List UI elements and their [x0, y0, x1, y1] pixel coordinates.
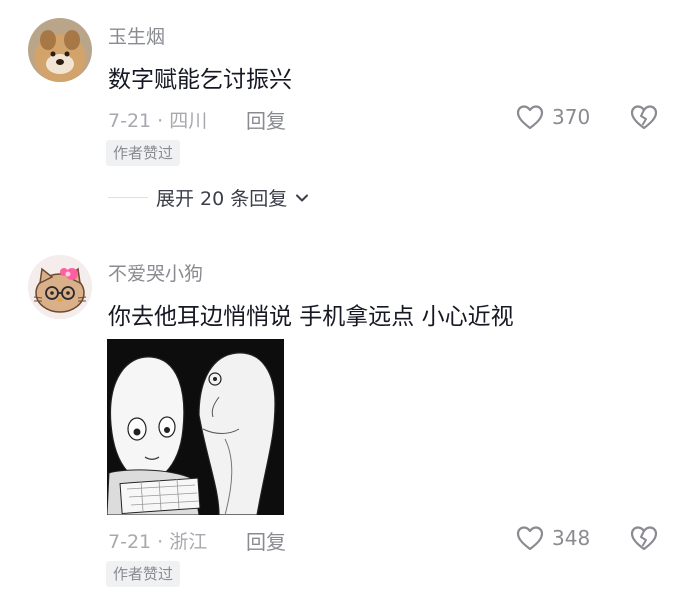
broken-heart-icon — [630, 105, 658, 130]
username[interactable]: 不爱哭小狗 — [108, 259, 203, 286]
chevron-down-icon — [296, 194, 309, 201]
author-liked-badge: 作者赞过 — [106, 561, 181, 587]
heart-outline-icon — [516, 105, 544, 130]
comment-image[interactable] — [107, 339, 284, 515]
author-liked-badge: 作者赞过 — [106, 140, 181, 166]
user-avatar[interactable] — [28, 18, 92, 82]
user-avatar[interactable] — [28, 255, 92, 319]
reply-button[interactable]: 回复 — [246, 526, 286, 555]
divider-line — [108, 197, 148, 198]
expand-replies-label: 展开 20 条回复 — [156, 188, 288, 210]
comment-text: 数字赋能乞讨振兴 — [108, 67, 292, 93]
username[interactable]: 玉生烟 — [108, 22, 165, 49]
comment-date-location: 7-21 · 浙江 — [108, 531, 208, 553]
heart-outline-icon — [516, 526, 544, 551]
broken-heart-icon — [630, 526, 658, 551]
hello-kitty-avatar-icon — [28, 255, 92, 319]
comment-date-location: 7-21 · 四川 — [108, 110, 208, 132]
dislike-button[interactable] — [630, 104, 658, 134]
dog-avatar-icon — [28, 18, 92, 82]
like-count: 348 — [552, 526, 591, 550]
reply-button[interactable]: 回复 — [246, 105, 286, 134]
comment-text: 你去他耳边悄悄说 手机拿远点 小心近视 — [108, 304, 514, 330]
like-button[interactable]: 348 — [516, 525, 590, 551]
comic-image — [107, 339, 284, 515]
like-button[interactable]: 370 — [516, 104, 590, 130]
dislike-button[interactable] — [630, 525, 658, 555]
like-count: 370 — [552, 105, 591, 129]
expand-replies-button[interactable]: 展开 20 条回复 — [108, 184, 309, 211]
